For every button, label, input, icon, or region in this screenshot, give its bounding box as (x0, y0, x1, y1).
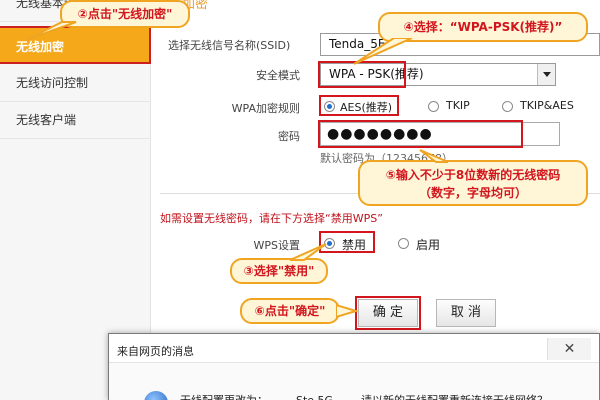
callout-step-3-pointer (289, 243, 327, 261)
chevron-down-icon[interactable] (537, 64, 555, 85)
wpa-tkip-aes-radio[interactable] (502, 101, 513, 112)
callout-step-2-pointer (25, 21, 77, 41)
ssid-label: 选择无线信号名称(SSID) (168, 39, 291, 52)
sidebar-item-wireless-access-control[interactable]: 无线访问控制 (0, 64, 151, 102)
close-icon[interactable]: ✕ (547, 338, 591, 360)
highlight-password (318, 120, 523, 148)
wps-enable-radio[interactable] (398, 238, 409, 249)
callout-step-5-pointer (419, 149, 449, 163)
callout-step-4-text: ④选择：“WPA-PSK(推荐)” (403, 20, 563, 34)
highlight-aes (319, 95, 399, 116)
callout-step-5: ⑤输入不少于8位数新的无线密码 （数字，字母均可） (358, 160, 588, 206)
dialog-title: 来自网页的消息 (117, 345, 194, 358)
message-dialog: 来自网页的消息 ✕ (108, 333, 600, 400)
callout-step-4-pointer (353, 38, 413, 65)
callout-step-6-pointer (336, 303, 358, 319)
wps-enable-label: 启用 (416, 238, 441, 252)
password-label: 密码 (278, 130, 300, 143)
callout-step-2-text: ②点击"无线加密" (77, 7, 173, 21)
callout-step-3-text: ③选择"禁用" (243, 264, 315, 278)
dialog-message: 无线配置更改为： ...... Ste 5G ...... 请以新的无线配置重新… (180, 392, 548, 400)
security-mode-label: 安全模式 (256, 69, 300, 82)
wps-notice: 如需设置无线密码，请在下方选择“禁用WPS” (160, 212, 383, 225)
callout-step-6-text: ⑥点击"确定" (254, 304, 326, 318)
callout-step-6: ⑥点击"确定" (240, 298, 340, 324)
sidebar-item-wireless-clients[interactable]: 无线客户端 (0, 101, 151, 139)
callout-step-2: ②点击"无线加密" (60, 0, 190, 28)
highlight-ok-button (355, 296, 421, 330)
wpa-rule-label: WPA加密规则 (231, 102, 300, 115)
callout-step-5-line-2: （数字，字母均可） (418, 186, 527, 200)
wpa-tkip-aes-label: TKIP&AES (520, 99, 574, 112)
callout-step-5-line-1: ⑤输入不少于8位数新的无线密码 (385, 168, 561, 182)
wpa-tkip-radio[interactable] (428, 101, 439, 112)
wpa-tkip-label: TKIP (446, 99, 470, 112)
cancel-button[interactable]: 取 消 (436, 299, 496, 327)
